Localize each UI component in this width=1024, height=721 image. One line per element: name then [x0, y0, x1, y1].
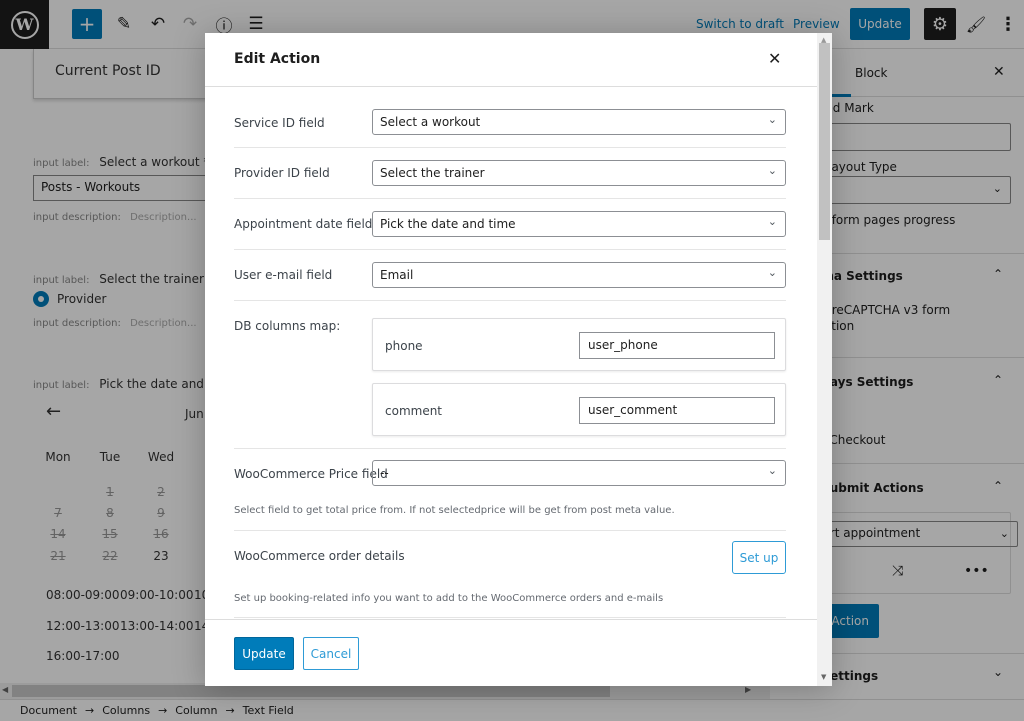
user-email-label: User e-mail field: [234, 268, 333, 282]
chevron-down-icon: ⌄: [767, 164, 777, 177]
provider-id-select[interactable]: Select the trainer ⌄: [372, 160, 786, 186]
chevron-down-icon: ⌄: [767, 266, 777, 279]
appointment-date-select[interactable]: Pick the date and time ⌄: [372, 211, 786, 237]
db-map-key: phone: [385, 339, 423, 353]
db-columns-map-label: DB columns map:: [234, 319, 341, 333]
price-field-help: Select field to get total price from. If…: [234, 505, 675, 516]
order-details-label: WooCommerce order details: [234, 549, 405, 563]
select-value: Pick the date and time: [380, 217, 516, 231]
user-email-row: User e-mail field Email ⌄: [234, 250, 786, 301]
db-map-item: comment user_comment: [372, 383, 786, 436]
price-field-select[interactable]: -- ⌄: [372, 460, 786, 486]
price-field-label: WooCommerce Price field: [234, 467, 388, 481]
select-value: Email: [380, 268, 414, 282]
scrollbar-thumb[interactable]: [819, 43, 830, 240]
appointment-date-label: Appointment date field: [234, 217, 373, 231]
modal-scrollbar[interactable]: ▲ ▼: [817, 33, 832, 686]
modal-header: Edit Action ✕: [205, 33, 817, 87]
order-details-setup-button[interactable]: Set up: [732, 541, 786, 574]
chevron-down-icon: ⌄: [767, 464, 777, 477]
service-id-label: Service ID field: [234, 116, 325, 130]
modal-title: Edit Action: [234, 51, 321, 67]
chevron-down-icon: ⌄: [767, 215, 777, 228]
db-map-comment-input[interactable]: user_comment: [579, 397, 775, 424]
user-email-select[interactable]: Email ⌄: [372, 262, 786, 288]
service-id-select[interactable]: Select a workout ⌄: [372, 109, 786, 135]
order-details-help: Set up booking-related info you want to …: [234, 593, 664, 604]
provider-id-row: Provider ID field Select the trainer ⌄: [234, 148, 786, 199]
provider-id-label: Provider ID field: [234, 166, 330, 180]
update-action-button[interactable]: Update: [234, 637, 294, 670]
chevron-down-icon: ⌄: [767, 113, 777, 126]
price-field-row: WooCommerce Price field -- ⌄ Select field…: [234, 449, 786, 531]
service-id-row: Service ID field Select a workout ⌄: [234, 100, 786, 148]
modal-footer: Update Cancel: [205, 619, 817, 686]
modal-close-button[interactable]: ✕: [768, 49, 781, 68]
select-value: Select a workout: [380, 115, 481, 129]
close-icon: ✕: [768, 49, 782, 68]
select-value: Select the trainer: [380, 166, 485, 180]
db-map-phone-input[interactable]: user_phone: [579, 332, 775, 359]
scroll-down-icon[interactable]: ▼: [821, 673, 826, 681]
edit-action-modal: Edit Action ✕ Service ID field Select a …: [205, 33, 832, 686]
db-columns-map-row: DB columns map: phone user_phone comment…: [234, 301, 786, 449]
appointment-date-row: Appointment date field Pick the date and…: [234, 199, 786, 250]
db-map-item: phone user_phone: [372, 318, 786, 371]
cancel-button[interactable]: Cancel: [303, 637, 359, 670]
order-details-row: WooCommerce order details Set up Set up …: [234, 531, 786, 618]
db-map-key: comment: [385, 404, 443, 418]
select-value: --: [380, 466, 389, 480]
